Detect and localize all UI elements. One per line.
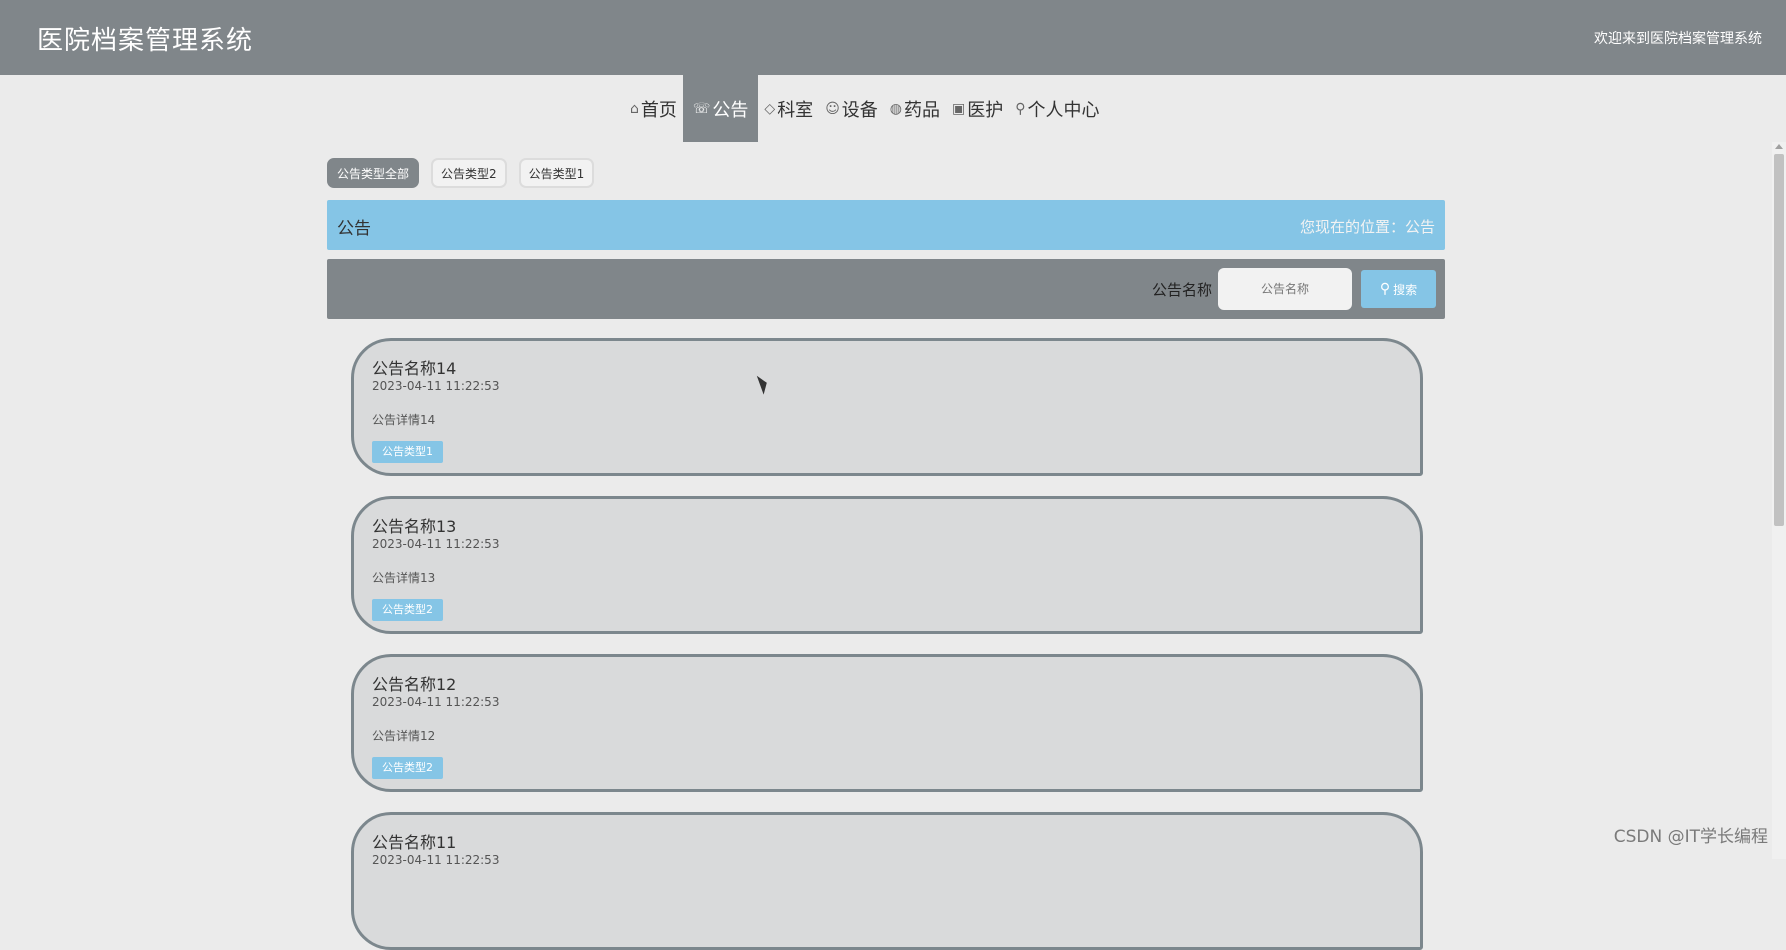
type-filters: 公告类型全部 公告类型2 公告类型1 — [327, 158, 595, 188]
search-button[interactable]: ⚲ 搜索 — [1361, 270, 1436, 308]
app-title: 医院档案管理系统 — [37, 26, 254, 56]
card-description: 公告详情13 — [372, 571, 436, 585]
top-header: 医院档案管理系统 欢迎来到医院档案管理系统 — [0, 0, 1786, 75]
card-time: 2023-04-11 11:22:53 — [372, 379, 500, 393]
watermark: CSDN @IT学长编程 — [1613, 827, 1768, 847]
nav-item-announcement[interactable]: ☏ 公告 — [682, 75, 759, 142]
filter-type-2[interactable]: 公告类型2 — [431, 158, 507, 188]
home-icon: ⌂ — [630, 100, 639, 117]
card-type-badge: 公告类型2 — [372, 757, 443, 779]
page-banner: 公告 您现在的位置：公告 — [327, 200, 1445, 250]
nav-item-label: 药品 — [904, 99, 941, 121]
nav-item-label: 科室 — [777, 99, 814, 121]
main-nav: ⌂ 首页 ☏ 公告 ◇ 科室 ☺ 设备 ◍ 药品 ▣ 医护 ⚲ 个人中心 — [0, 75, 1786, 142]
card-description: 公告详情14 — [372, 413, 436, 427]
search-bar: 公告名称 ⚲ 搜索 — [327, 259, 1445, 319]
welcome-text: 欢迎来到医院档案管理系统 — [1594, 31, 1762, 47]
page-scrollbar[interactable] — [1772, 142, 1786, 859]
search-button-label: 搜索 — [1393, 282, 1418, 297]
nav-item-label: 设备 — [841, 99, 878, 121]
card-description: 公告详情12 — [372, 729, 436, 743]
nav-item-department[interactable]: ◇ 科室 — [758, 75, 819, 142]
nav-item-label: 公告 — [712, 99, 749, 121]
scroll-thumb[interactable] — [1774, 154, 1784, 526]
nav-item-home[interactable]: ⌂ 首页 — [624, 75, 683, 142]
nav-item-personal-center[interactable]: ⚲ 个人中心 — [1009, 75, 1105, 142]
card-title: 公告名称12 — [372, 675, 457, 694]
search-input[interactable] — [1218, 268, 1352, 310]
announcement-card[interactable]: 公告名称11 2023-04-11 11:22:53 — [351, 812, 1423, 950]
card-title: 公告名称11 — [372, 833, 457, 852]
search-icon: ⚲ — [1379, 281, 1391, 297]
scroll-up-arrow-icon[interactable] — [1775, 144, 1783, 149]
nav-item-label: 个人中心 — [1027, 99, 1100, 121]
nav-item-label: 首页 — [640, 99, 677, 121]
card-type-badge: 公告类型1 — [372, 441, 443, 463]
announcement-icon: ☏ — [692, 100, 711, 117]
nav-item-device[interactable]: ☺ 设备 — [819, 75, 884, 142]
card-time: 2023-04-11 11:22:53 — [372, 537, 500, 551]
search-label: 公告名称 — [1151, 281, 1212, 299]
announcement-card[interactable]: 公告名称14 2023-04-11 11:22:53 公告详情14 公告类型1 — [351, 338, 1423, 476]
announcement-card[interactable]: 公告名称12 2023-04-11 11:22:53 公告详情12 公告类型2 — [351, 654, 1423, 792]
tag-icon: ◇ — [764, 100, 776, 117]
filter-all-types[interactable]: 公告类型全部 — [327, 158, 420, 188]
device-icon: ☺ — [825, 100, 840, 117]
card-time: 2023-04-11 11:22:53 — [372, 853, 500, 867]
card-title: 公告名称13 — [372, 517, 457, 536]
nav-items: ⌂ 首页 ☏ 公告 ◇ 科室 ☺ 设备 ◍ 药品 ▣ 医护 ⚲ 个人中心 — [624, 75, 1106, 142]
user-icon: ⚲ — [1015, 100, 1026, 117]
nav-item-label: 医护 — [967, 99, 1004, 121]
page-title: 公告 — [337, 219, 371, 239]
card-time: 2023-04-11 11:22:53 — [372, 695, 500, 709]
announcement-card[interactable]: 公告名称13 2023-04-11 11:22:53 公告详情13 公告类型2 — [351, 496, 1423, 634]
filter-type-1[interactable]: 公告类型1 — [518, 158, 595, 188]
card-type-badge: 公告类型2 — [372, 599, 443, 621]
nav-item-medical-staff[interactable]: ▣ 医护 — [946, 75, 1009, 142]
nav-item-medicine[interactable]: ◍ 药品 — [884, 75, 946, 142]
breadcrumb: 您现在的位置：公告 — [1299, 218, 1435, 236]
clipboard-icon: ▣ — [952, 100, 966, 117]
card-title: 公告名称14 — [372, 359, 457, 378]
medicine-icon: ◍ — [889, 100, 903, 117]
